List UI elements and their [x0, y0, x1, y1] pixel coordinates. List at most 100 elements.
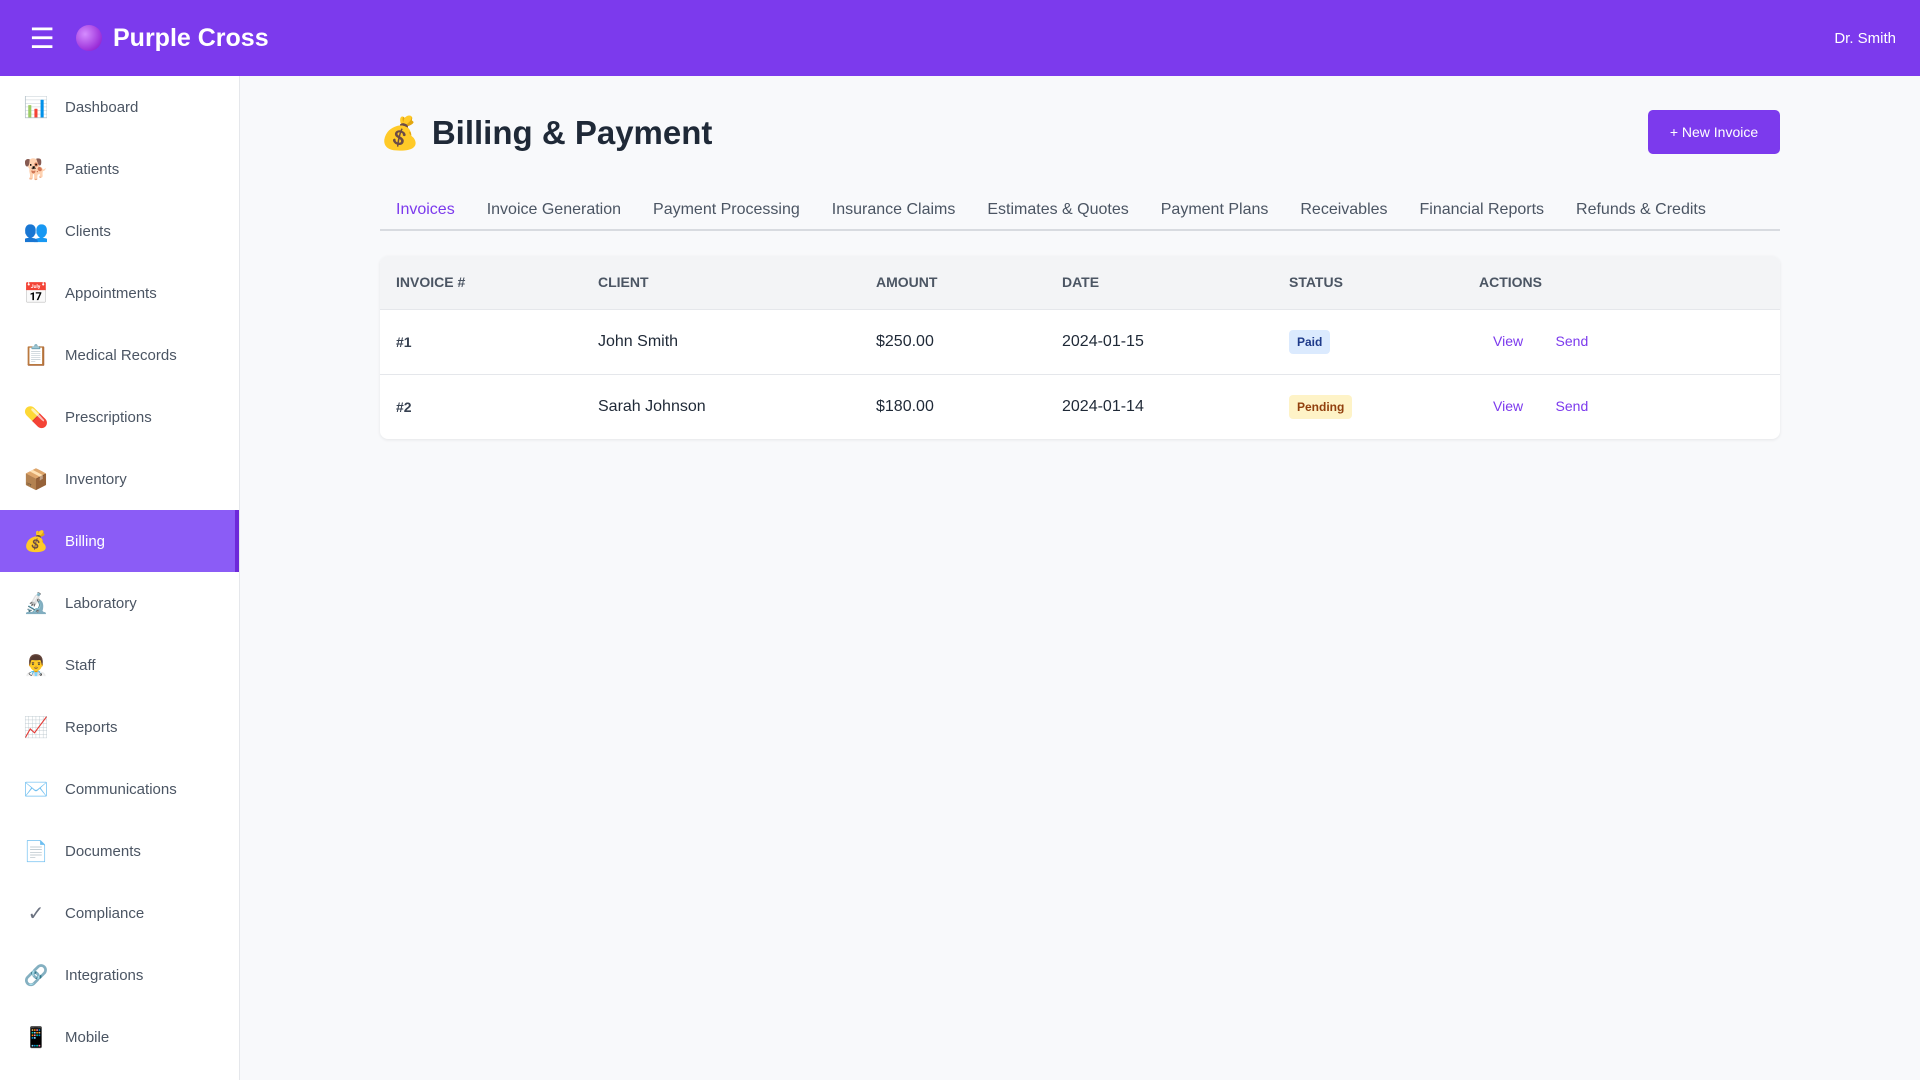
- actions-cell: View Send: [1463, 373, 1780, 439]
- tab-insurance-claims[interactable]: Insurance Claims: [816, 188, 972, 231]
- column-header-invoice: INVOICE #: [380, 256, 582, 309]
- invoice-number: #1: [380, 308, 582, 374]
- tab-receivables[interactable]: Receivables: [1284, 188, 1403, 231]
- bar-chart-icon: 📊: [23, 96, 49, 119]
- money-bag-icon: 💰: [380, 115, 420, 151]
- sidebar-item-billing[interactable]: 💰 Billing: [0, 510, 239, 572]
- sidebar-item-documents[interactable]: 📄 Documents: [0, 820, 239, 882]
- sidebar-item-label: Laboratory: [65, 594, 137, 612]
- table-row: #1 John Smith $250.00 2024-01-15 Paid Vi…: [380, 308, 1780, 374]
- sidebar-item-label: Prescriptions: [65, 408, 152, 426]
- checkmark-icon: ✓: [27, 902, 45, 925]
- tab-payment-plans[interactable]: Payment Plans: [1145, 188, 1285, 231]
- document-icon: 📄: [23, 840, 49, 863]
- trend-chart-icon: 📈: [23, 716, 49, 739]
- invoices-table-card: INVOICE # CLIENT AMOUNT DATE STATUS ACTI…: [380, 256, 1780, 439]
- sidebar-item-label: Medical Records: [65, 346, 177, 364]
- table-header-row: INVOICE # CLIENT AMOUNT DATE STATUS ACTI…: [380, 256, 1780, 309]
- status-cell: Pending: [1273, 373, 1463, 439]
- sidebar: 📊 Dashboard 🐕 Patients 👥 Clients 📅 Appoi…: [0, 76, 240, 1080]
- tab-invoices[interactable]: Invoices: [380, 188, 471, 231]
- sidebar-item-label: Clients: [65, 222, 111, 240]
- invoice-amount: $250.00: [860, 308, 1046, 374]
- sidebar-item-label: Communications: [65, 780, 177, 798]
- column-header-client: CLIENT: [582, 256, 860, 309]
- sidebar-item-patients[interactable]: 🐕 Patients: [0, 138, 239, 200]
- main-content: 💰 Billing & Payment + New Invoice Invoic…: [380, 76, 1780, 439]
- sidebar-item-inventory[interactable]: 📦 Inventory: [0, 448, 239, 510]
- doctor-icon: 👨‍⚕️: [23, 654, 49, 677]
- sidebar-item-label: Dashboard: [65, 98, 139, 116]
- column-header-actions: ACTIONS: [1463, 256, 1780, 309]
- client-name: John Smith: [582, 308, 860, 374]
- sidebar-item-label: Reports: [65, 718, 118, 736]
- envelope-icon: ✉️: [23, 778, 49, 801]
- sidebar-item-compliance[interactable]: ✓ Compliance: [0, 882, 239, 944]
- sidebar-item-reports[interactable]: 📈 Reports: [0, 696, 239, 758]
- invoices-table: INVOICE # CLIENT AMOUNT DATE STATUS ACTI…: [380, 256, 1780, 439]
- column-header-amount: AMOUNT: [860, 256, 1046, 309]
- tab-payment-processing[interactable]: Payment Processing: [637, 188, 816, 231]
- page-header: 💰 Billing & Payment + New Invoice: [380, 76, 1780, 188]
- sidebar-item-prescriptions[interactable]: 💊 Prescriptions: [0, 386, 239, 448]
- sidebar-item-label: Inventory: [65, 470, 127, 488]
- send-invoice-link[interactable]: Send: [1542, 333, 1603, 349]
- invoice-date: 2024-01-14: [1046, 373, 1273, 439]
- sidebar-item-dashboard[interactable]: 📊 Dashboard: [0, 76, 239, 138]
- sidebar-item-laboratory[interactable]: 🔬 Laboratory: [0, 572, 239, 634]
- column-header-status: STATUS: [1273, 256, 1463, 309]
- brand-name: Purple Cross: [113, 23, 269, 52]
- invoice-date: 2024-01-15: [1046, 308, 1273, 374]
- sidebar-item-label: Appointments: [65, 284, 157, 302]
- sidebar-item-label: Compliance: [65, 904, 145, 922]
- people-icon: 👥: [23, 220, 49, 243]
- invoice-amount: $180.00: [860, 373, 1046, 439]
- calendar-icon: 📅: [23, 282, 49, 305]
- status-cell: Paid: [1273, 308, 1463, 374]
- clipboard-icon: 📋: [23, 344, 49, 367]
- actions-cell: View Send: [1463, 308, 1780, 374]
- microscope-icon: 🔬: [23, 592, 49, 615]
- tab-financial-reports[interactable]: Financial Reports: [1404, 188, 1561, 231]
- pill-icon: 💊: [23, 406, 49, 429]
- send-invoice-link[interactable]: Send: [1542, 398, 1603, 414]
- column-header-date: DATE: [1046, 256, 1273, 309]
- sidebar-item-staff[interactable]: 👨‍⚕️ Staff: [0, 634, 239, 696]
- invoice-number: #2: [380, 373, 582, 439]
- sidebar-item-label: Mobile: [65, 1028, 110, 1046]
- sidebar-item-clients[interactable]: 👥 Clients: [0, 200, 239, 262]
- sidebar-item-communications[interactable]: ✉️ Communications: [0, 758, 239, 820]
- sidebar-item-label: Documents: [65, 842, 141, 860]
- link-icon: 🔗: [23, 964, 49, 987]
- sidebar-item-label: Staff: [65, 656, 96, 674]
- client-name: Sarah Johnson: [582, 373, 860, 439]
- mobile-phone-icon: 📱: [23, 1026, 49, 1049]
- sidebar-item-appointments[interactable]: 📅 Appointments: [0, 262, 239, 324]
- purple-circle-logo-icon: [76, 25, 102, 51]
- new-invoice-button[interactable]: + New Invoice: [1648, 110, 1780, 154]
- tab-invoice-generation[interactable]: Invoice Generation: [471, 188, 637, 231]
- view-invoice-link[interactable]: View: [1479, 398, 1537, 414]
- sidebar-item-label: Patients: [65, 160, 120, 178]
- status-badge: Paid: [1289, 329, 1331, 354]
- hamburger-menu-icon[interactable]: ☰: [20, 16, 64, 60]
- view-invoice-link[interactable]: View: [1479, 333, 1537, 349]
- page-title-text: Billing & Payment: [431, 114, 713, 151]
- table-row: #2 Sarah Johnson $180.00 2024-01-14 Pend…: [380, 373, 1780, 439]
- tab-estimates-quotes[interactable]: Estimates & Quotes: [971, 188, 1144, 231]
- page-title: 💰 Billing & Payment: [380, 114, 712, 152]
- sidebar-item-label: Integrations: [65, 966, 144, 984]
- sidebar-item-medical-records[interactable]: 📋 Medical Records: [0, 324, 239, 386]
- sidebar-item-label: Billing: [65, 532, 106, 550]
- tab-refunds-credits[interactable]: Refunds & Credits: [1560, 188, 1722, 231]
- dog-icon: 🐕: [23, 158, 49, 181]
- sidebar-item-integrations[interactable]: 🔗 Integrations: [0, 944, 239, 1006]
- money-bag-icon: 💰: [23, 530, 49, 553]
- package-icon: 📦: [23, 468, 49, 491]
- billing-tabs: Invoices Invoice Generation Payment Proc…: [380, 188, 1780, 231]
- user-name[interactable]: Dr. Smith: [1834, 0, 1896, 76]
- top-bar: ☰ Purple Cross Dr. Smith: [0, 0, 1920, 76]
- status-badge: Pending: [1289, 394, 1353, 419]
- sidebar-item-mobile[interactable]: 📱 Mobile: [0, 1006, 239, 1068]
- brand[interactable]: Purple Cross: [76, 24, 269, 53]
